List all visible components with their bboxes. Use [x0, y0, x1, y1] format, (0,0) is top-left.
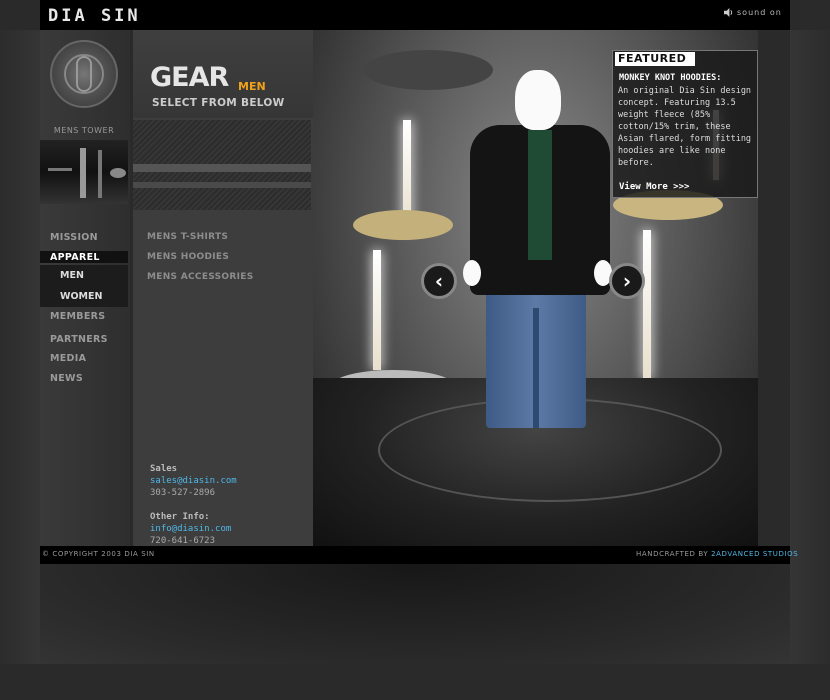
featured-tag: FEATURED [615, 52, 695, 66]
arrow-right-icon[interactable]: › [609, 263, 645, 299]
credit-text: HANDCRAFTED BY 2ADVANCED STUDIOS [636, 550, 798, 558]
sales-phone: 303-527-2896 [150, 488, 216, 498]
decorative-stripes [133, 120, 311, 210]
nav-apparel[interactable]: APPAREL [50, 252, 100, 263]
model-shirt [528, 130, 552, 260]
site-logo[interactable]: DIA SIN [48, 6, 141, 26]
model-left-hand [463, 260, 481, 286]
select-instruction: SELECT FROM BELOW [152, 97, 285, 109]
gear-subtitle: MEN [238, 80, 266, 93]
gear-title: GEAR [150, 62, 229, 93]
nav-members[interactable]: MEMBERS [50, 311, 105, 322]
nav-sub-men[interactable]: MEN [60, 270, 84, 281]
right-side-strip [790, 30, 830, 664]
view-more-link[interactable]: View More >>> [619, 182, 689, 192]
credit-brand-link[interactable]: 2ADVANCED STUDIOS [711, 550, 798, 558]
top-bar [40, 0, 790, 30]
featured-title: MONKEY KNOT HOODIES: [619, 73, 722, 83]
credit-prefix: HANDCRAFTED BY [636, 550, 709, 558]
nav-sub-women[interactable]: WOMEN [60, 291, 102, 302]
category-mens-accessories[interactable]: MENS ACCESSORIES [147, 272, 254, 282]
nav-media[interactable]: MEDIA [50, 353, 86, 364]
sales-label: Sales [150, 464, 178, 474]
left-side-strip [0, 30, 40, 664]
sound-label: sound on [737, 8, 782, 17]
nav-mission[interactable]: MISSION [50, 232, 98, 243]
speaker-icon [724, 8, 733, 17]
sales-email-link[interactable]: sales@diasin.com [150, 475, 237, 487]
model-head [515, 70, 561, 130]
other-info-label: Other Info: [150, 512, 210, 522]
footer-area [40, 564, 790, 664]
nav-news[interactable]: NEWS [50, 373, 83, 384]
mens-tower-label: MENS TOWER [53, 126, 115, 135]
copyright-text: © COPYRIGHT 2003 DIA SIN [42, 550, 155, 558]
info-email-link[interactable]: info@diasin.com [150, 523, 237, 535]
nav-partners[interactable]: PARTNERS [50, 334, 108, 345]
emblem-logo[interactable] [50, 40, 118, 108]
arrow-left-icon[interactable]: ‹ [421, 263, 457, 299]
featured-description: An original Dia Sin design concept. Feat… [618, 86, 752, 168]
model-jeans [486, 288, 586, 428]
category-mens-hoodies[interactable]: MENS HOODIES [147, 252, 229, 262]
category-mens-tshirts[interactable]: MENS T-SHIRTS [147, 232, 228, 242]
mens-tower-thumbnail[interactable] [40, 140, 128, 204]
sound-toggle[interactable]: sound on [724, 8, 782, 17]
contact-block: Sales sales@diasin.com 303-527-2896 Othe… [150, 463, 237, 547]
